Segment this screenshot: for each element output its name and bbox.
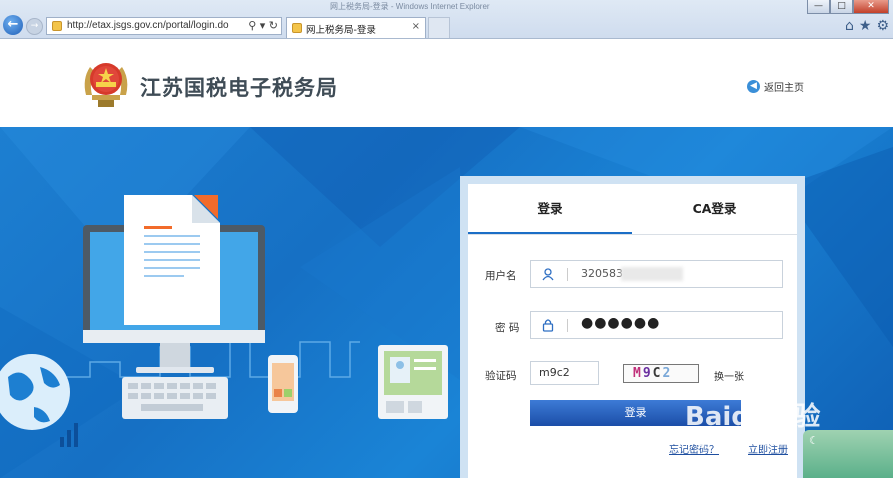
captcha-char-3: C (652, 366, 663, 381)
user-icon (542, 268, 554, 281)
tab-title: 网上税务局-登录 (306, 25, 376, 36)
captcha-char-1: M (633, 366, 643, 381)
maximize-button[interactable]: □ (830, 0, 853, 14)
site-header: 江苏国税电子税务局 ◀ 返回主页 (0, 39, 893, 127)
captcha-image[interactable]: M9C2 (623, 364, 699, 383)
lock-icon (542, 319, 554, 332)
back-button[interactable]: ← (3, 15, 23, 35)
watermark-url: jingyan.baidu.com (685, 436, 787, 449)
forward-button[interactable]: → (26, 18, 43, 35)
widget-icon: ☾ (809, 434, 819, 447)
captcha-label: 验证码 (485, 370, 517, 382)
tab-ca-login[interactable]: CA登录 (632, 184, 797, 234)
password-value: ●●●●●● (581, 315, 661, 331)
username-label: 用户名 (485, 270, 517, 282)
national-emblem-icon (84, 63, 128, 107)
browser-chrome: 网上税务局-登录 - Windows Internet Explorer — □… (0, 0, 893, 39)
floating-widget[interactable]: ☾ (803, 430, 893, 478)
tab-close-icon[interactable]: × (412, 21, 420, 32)
search-refresh-icons[interactable]: ⚲ ▾ ↻ (248, 19, 278, 32)
tab-favicon-icon (292, 23, 302, 33)
captcha-char-4: 2 (662, 366, 673, 381)
username-field[interactable]: 320583 (530, 260, 783, 288)
password-label: 密 码 (495, 322, 520, 334)
field-separator (567, 319, 568, 332)
username-blurred (621, 267, 683, 281)
back-arrow-icon: ◀ (747, 80, 760, 93)
field-separator (567, 268, 568, 281)
browser-tools: ⌂ ★ ⚙ (845, 18, 889, 34)
minimize-button[interactable]: — (807, 0, 830, 14)
username-value: 320583 (581, 267, 623, 280)
captcha-input[interactable]: m9c2 (530, 361, 599, 385)
close-window-button[interactable]: ✕ (853, 0, 889, 14)
home-icon[interactable]: ⌂ (845, 18, 854, 34)
address-bar[interactable]: http://etax.jsgs.gov.cn/portal/login.do … (46, 17, 282, 35)
browser-tab-active[interactable]: 网上税务局-登录 × (286, 17, 426, 38)
star-icon[interactable]: ★ (859, 18, 872, 34)
site-favicon-icon (52, 21, 62, 31)
window-title: 网上税务局-登录 - Windows Internet Explorer (330, 2, 490, 11)
site-title: 江苏国税电子税务局 (140, 76, 338, 100)
captcha-char-2: 9 (642, 366, 653, 381)
login-tabs: 登录 CA登录 (468, 184, 797, 235)
tab-login[interactable]: 登录 (468, 184, 632, 234)
return-home-link[interactable]: ◀ 返回主页 (747, 79, 804, 94)
captcha-refresh-link[interactable]: 换一张 (714, 368, 744, 383)
address-url: http://etax.jsgs.gov.cn/portal/login.do (67, 20, 229, 31)
window-buttons: — □ ✕ (807, 0, 889, 14)
gear-icon[interactable]: ⚙ (876, 18, 889, 34)
new-tab-button[interactable] (428, 17, 450, 38)
return-home-label: 返回主页 (764, 83, 804, 94)
watermark-brand: Baidu经验 (685, 402, 821, 432)
password-field[interactable]: ●●●●●● (530, 311, 783, 339)
